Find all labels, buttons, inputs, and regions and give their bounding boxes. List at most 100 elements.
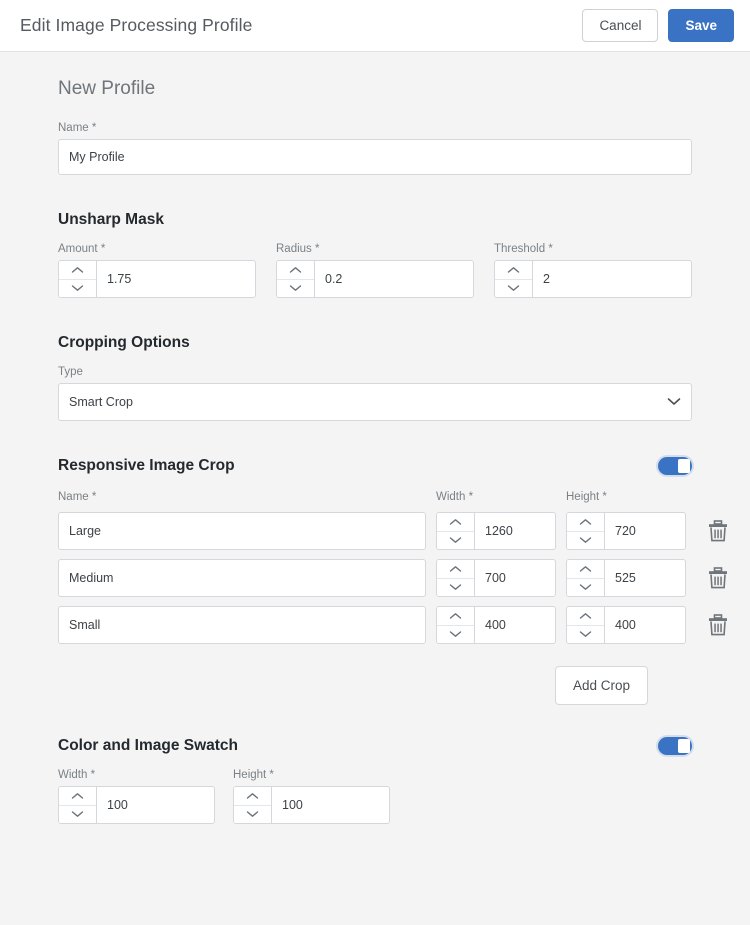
crop-height-input[interactable]	[605, 513, 685, 549]
profile-form: New Profile Name * Unsharp Mask Amount *	[0, 52, 750, 925]
chevron-down-icon	[71, 285, 84, 292]
crop-name-input[interactable]	[58, 606, 426, 644]
unsharp-mask-fields: Amount * Radius *	[58, 243, 692, 298]
profile-heading: New Profile	[58, 78, 156, 99]
crop-width-input[interactable]	[475, 513, 555, 549]
crop-width-stepper[interactable]	[436, 512, 556, 550]
radius-decrement-button[interactable]	[277, 278, 314, 297]
chevron-up-icon	[449, 565, 462, 572]
chevron-down-icon	[579, 631, 592, 638]
chevron-up-icon	[507, 266, 520, 273]
amount-decrement-button[interactable]	[59, 278, 96, 297]
profile-name-label: Name *	[58, 122, 97, 134]
table-row	[58, 512, 727, 550]
radius-increment-button[interactable]	[277, 261, 314, 279]
toggle-knob	[678, 459, 690, 473]
trash-icon	[709, 614, 727, 636]
profile-name-input[interactable]	[58, 139, 692, 175]
threshold-input[interactable]	[533, 261, 691, 297]
crop-height-column-label: Height *	[566, 491, 607, 503]
crop-height-decrement-button[interactable]	[567, 577, 604, 596]
swatch-width-increment-button[interactable]	[59, 787, 96, 805]
crop-width-increment-button[interactable]	[437, 560, 474, 578]
radius-input[interactable]	[315, 261, 473, 297]
chevron-down-icon	[449, 537, 462, 544]
delete-crop-button[interactable]	[705, 611, 731, 639]
crop-column-headers: Name * Width * Height *	[58, 491, 692, 503]
crop-type-field: Type Smart Crop	[58, 366, 692, 421]
amount-stepper[interactable]	[58, 260, 256, 298]
crop-height-stepper[interactable]	[566, 559, 686, 597]
swatch-height-decrement-button[interactable]	[234, 804, 271, 823]
swatch-height-label: Height *	[233, 769, 274, 781]
chevron-down-icon	[246, 811, 259, 818]
crop-height-decrement-button[interactable]	[567, 624, 604, 643]
crop-width-input[interactable]	[475, 560, 555, 596]
threshold-stepper[interactable]	[494, 260, 692, 298]
chevron-down-icon	[289, 285, 302, 292]
trash-icon	[709, 520, 727, 542]
crop-type-select[interactable]: Smart Crop	[58, 383, 692, 421]
amount-field: Amount *	[58, 243, 256, 298]
chevron-up-icon	[579, 565, 592, 572]
swatch-height-increment-button[interactable]	[234, 787, 271, 805]
swatch-width-stepper[interactable]	[58, 786, 215, 824]
crop-width-decrement-button[interactable]	[437, 577, 474, 596]
crop-height-input[interactable]	[605, 560, 685, 596]
threshold-increment-button[interactable]	[495, 261, 532, 279]
delete-crop-button[interactable]	[705, 517, 731, 545]
crop-height-decrement-button[interactable]	[567, 530, 604, 549]
crop-height-increment-button[interactable]	[567, 513, 604, 531]
swatch-width-decrement-button[interactable]	[59, 804, 96, 823]
crop-width-input[interactable]	[475, 607, 555, 643]
crop-width-stepper-buttons	[437, 607, 475, 643]
unsharp-mask-title: Unsharp Mask	[58, 211, 164, 228]
app-header: Edit Image Processing Profile Cancel Sav…	[0, 0, 750, 52]
crop-width-increment-button[interactable]	[437, 607, 474, 625]
crop-width-stepper[interactable]	[436, 559, 556, 597]
color-image-swatch-toggle[interactable]	[658, 737, 692, 755]
crop-width-stepper[interactable]	[436, 606, 556, 644]
swatch-width-input[interactable]	[97, 787, 214, 823]
swatch-width-field: Width *	[58, 769, 215, 824]
crop-type-select-wrap: Smart Crop	[58, 383, 692, 421]
crop-height-input[interactable]	[605, 607, 685, 643]
amount-increment-button[interactable]	[59, 261, 96, 279]
add-crop-wrap: Add Crop	[58, 666, 692, 705]
header-actions: Cancel Save	[582, 8, 734, 43]
threshold-stepper-buttons	[495, 261, 533, 297]
crop-width-stepper-buttons	[437, 560, 475, 596]
swatch-fields: Width * Height *	[58, 769, 692, 824]
swatch-height-field: Height *	[233, 769, 390, 824]
chevron-up-icon	[289, 266, 302, 273]
delete-crop-button[interactable]	[705, 564, 731, 592]
crop-height-stepper[interactable]	[566, 606, 686, 644]
threshold-decrement-button[interactable]	[495, 278, 532, 297]
add-crop-button[interactable]: Add Crop	[554, 666, 648, 705]
crop-name-input[interactable]	[58, 512, 426, 550]
cancel-button[interactable]: Cancel	[582, 8, 659, 43]
swatch-width-stepper-buttons	[59, 787, 97, 823]
radius-stepper[interactable]	[276, 260, 474, 298]
swatch-height-stepper-buttons	[234, 787, 272, 823]
crop-height-stepper-buttons	[567, 560, 605, 596]
save-button[interactable]: Save	[668, 8, 734, 43]
amount-input[interactable]	[97, 261, 255, 297]
responsive-image-crop-toggle[interactable]	[658, 457, 692, 475]
threshold-field: Threshold *	[494, 243, 692, 298]
crop-width-stepper-buttons	[437, 513, 475, 549]
crop-width-decrement-button[interactable]	[437, 624, 474, 643]
radius-field: Radius *	[276, 243, 474, 298]
crop-height-increment-button[interactable]	[567, 607, 604, 625]
color-image-swatch-section: Color and Image Swatch Width * Height *	[58, 737, 692, 824]
swatch-height-input[interactable]	[272, 787, 389, 823]
chevron-up-icon	[71, 266, 84, 273]
crop-width-decrement-button[interactable]	[437, 530, 474, 549]
profile-name-field: Name *	[58, 122, 692, 175]
crop-width-increment-button[interactable]	[437, 513, 474, 531]
crop-height-increment-button[interactable]	[567, 560, 604, 578]
swatch-height-stepper[interactable]	[233, 786, 390, 824]
swatch-width-label: Width *	[58, 769, 96, 781]
crop-height-stepper[interactable]	[566, 512, 686, 550]
crop-name-input[interactable]	[58, 559, 426, 597]
